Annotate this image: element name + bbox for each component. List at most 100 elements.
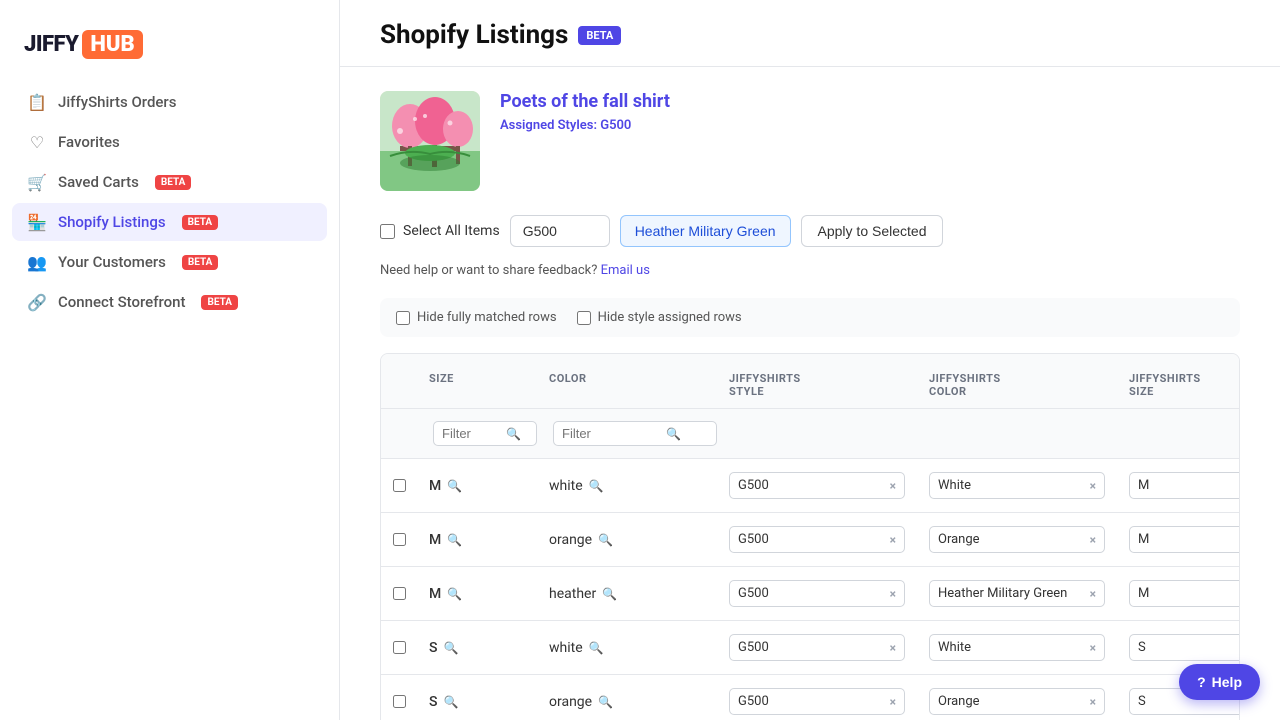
row-style-cell: G500 ×: [717, 518, 917, 561]
color-search-icon[interactable]: 🔍: [602, 587, 617, 601]
size-value: S: [429, 640, 437, 656]
color-search-icon[interactable]: 🔍: [598, 695, 613, 709]
size-search-icon[interactable]: 🔍: [447, 479, 462, 493]
jcolor-tag-select[interactable]: Orange ×: [929, 688, 1105, 715]
style-remove-icon[interactable]: ×: [890, 479, 896, 493]
size-search-icon[interactable]: 🔍: [443, 641, 458, 655]
style-remove-icon[interactable]: ×: [890, 641, 896, 655]
hide-assigned-checkbox[interactable]: [577, 311, 591, 325]
color-value: white: [549, 478, 583, 494]
sidebar-item-label: JiffyShirts Orders: [58, 93, 176, 111]
sidebar-item-connect-storefront[interactable]: 🔗 Connect Storefront BETA: [12, 283, 327, 321]
style-tag-select[interactable]: G500 ×: [729, 688, 905, 715]
sidebar-item-shopify-listings[interactable]: 🏪 Shopify Listings BETA: [12, 203, 327, 241]
hide-fully-matched-filter[interactable]: Hide fully matched rows: [396, 310, 557, 325]
logo-jiffy: JIFFY: [24, 32, 78, 57]
cart-icon: 🛒: [28, 173, 46, 191]
color-value: orange: [549, 532, 592, 548]
row-size-cell: S 🔍: [417, 686, 537, 718]
color-search-icon[interactable]: 🔍: [589, 641, 604, 655]
jcolor-remove-icon[interactable]: ×: [1090, 533, 1096, 547]
select-all-wrap: Select All Items: [380, 223, 500, 239]
row-checkbox[interactable]: [393, 695, 406, 708]
color-search-icon[interactable]: 🔍: [589, 479, 604, 493]
size-value: M: [429, 586, 441, 602]
sidebar-item-favorites[interactable]: ♡ Favorites: [12, 123, 327, 161]
jcolor-remove-icon[interactable]: ×: [1090, 479, 1096, 493]
jcolor-tag-select[interactable]: White ×: [929, 634, 1105, 661]
sidebar-item-your-customers[interactable]: 👥 Your Customers BETA: [12, 243, 327, 281]
style-tag-select[interactable]: G500 ×: [729, 526, 905, 553]
row-color-cell: orange 🔍: [537, 686, 717, 718]
assigned-style-value: G500: [600, 118, 631, 133]
sidebar-item-saved-carts[interactable]: 🛒 Saved Carts BETA: [12, 163, 327, 201]
help-icon: ?: [1197, 674, 1206, 690]
table-row: S 🔍 white 🔍 G500 × White ×: [381, 621, 1239, 675]
jcolor-tag-select[interactable]: White ×: [929, 472, 1105, 499]
row-checkbox[interactable]: [393, 533, 406, 546]
row-jcolor-cell: Heather Military Green ×: [917, 572, 1117, 615]
product-name: Poets of the fall shirt: [500, 91, 670, 112]
row-checkbox[interactable]: [393, 641, 406, 654]
product-info: Poets of the fall shirt Assigned Styles:…: [500, 91, 670, 133]
hide-assigned-label: Hide style assigned rows: [598, 310, 742, 325]
style-tag-select[interactable]: G500 ×: [729, 634, 905, 661]
jcolor-remove-icon[interactable]: ×: [1090, 695, 1096, 709]
style-remove-icon[interactable]: ×: [890, 533, 896, 547]
hide-assigned-filter[interactable]: Hide style assigned rows: [577, 310, 742, 325]
color-value: orange: [549, 694, 592, 710]
jcolor-remove-icon[interactable]: ×: [1090, 641, 1096, 655]
row-checkbox[interactable]: [393, 587, 406, 600]
jsize-tag-text: M: [1138, 478, 1240, 493]
size-search-icon[interactable]: 🔍: [447, 533, 462, 547]
filter-row: Hide fully matched rows Hide style assig…: [380, 298, 1240, 337]
jcolor-tag-text: Orange: [938, 532, 1084, 547]
store-icon: 🏪: [28, 213, 46, 231]
jcolor-tag-select[interactable]: Heather Military Green ×: [929, 580, 1105, 607]
size-filter-input[interactable]: [442, 426, 502, 441]
jsize-tag-select[interactable]: M ×: [1129, 526, 1240, 553]
jsize-tag-select[interactable]: M ×: [1129, 580, 1240, 607]
th-color: COLOR: [537, 362, 717, 408]
row-size-cell: M 🔍: [417, 470, 537, 502]
table-row: M 🔍 white 🔍 G500 × White ×: [381, 459, 1239, 513]
color-filter-input[interactable]: [562, 426, 662, 441]
jcolor-tag-text: Orange: [938, 694, 1084, 709]
sidebar-item-jiffyshirts-orders[interactable]: 📋 JiffyShirts Orders: [12, 83, 327, 121]
logo: JIFFYHUB: [24, 30, 315, 59]
color-value: white: [549, 640, 583, 656]
jcolor-remove-icon[interactable]: ×: [1090, 587, 1096, 601]
jcolor-tag-text: White: [938, 478, 1084, 493]
row-jcolor-cell: White ×: [917, 626, 1117, 669]
jsize-tag-select[interactable]: S ×: [1129, 634, 1240, 661]
page-title-badge: BETA: [578, 26, 621, 45]
th-color-filter: 🔍: [545, 415, 725, 452]
hide-fully-matched-checkbox[interactable]: [396, 311, 410, 325]
color-filter-button[interactable]: Heather Military Green: [620, 215, 791, 247]
jcolor-tag-select[interactable]: Orange ×: [929, 526, 1105, 553]
apply-to-selected-button[interactable]: Apply to Selected: [801, 215, 944, 247]
size-value: M: [429, 478, 441, 494]
style-remove-icon[interactable]: ×: [890, 587, 896, 601]
style-remove-icon[interactable]: ×: [890, 695, 896, 709]
style-tag-select[interactable]: G500 ×: [729, 472, 905, 499]
row-jcolor-cell: Orange ×: [917, 518, 1117, 561]
logo-area: JIFFYHUB: [0, 20, 339, 83]
style-tag-select[interactable]: G500 ×: [729, 580, 905, 607]
style-tag-text: G500: [738, 532, 884, 547]
select-all-checkbox[interactable]: [380, 224, 395, 239]
listings-table: SIZE COLOR JIFFYSHIRTSSTYLE JIFFYSHIRTSC…: [380, 353, 1240, 720]
th-jstyle: JIFFYSHIRTSSTYLE: [717, 362, 917, 408]
row-checkbox[interactable]: [393, 479, 406, 492]
assigned-label: Assigned Styles:: [500, 118, 597, 133]
help-button[interactable]: ? Help: [1179, 664, 1260, 700]
size-search-icon[interactable]: 🔍: [447, 587, 462, 601]
sidebar-item-label: Favorites: [58, 133, 120, 151]
feedback-email-link[interactable]: Email us: [601, 263, 650, 278]
product-card: Poets of the fall shirt Assigned Styles:…: [380, 91, 1240, 191]
color-search-icon[interactable]: 🔍: [598, 533, 613, 547]
style-filter-input[interactable]: [510, 215, 610, 247]
toolbar: Select All Items Heather Military Green …: [380, 215, 1240, 247]
size-search-icon[interactable]: 🔍: [443, 695, 458, 709]
jsize-tag-select[interactable]: M ×: [1129, 472, 1240, 499]
